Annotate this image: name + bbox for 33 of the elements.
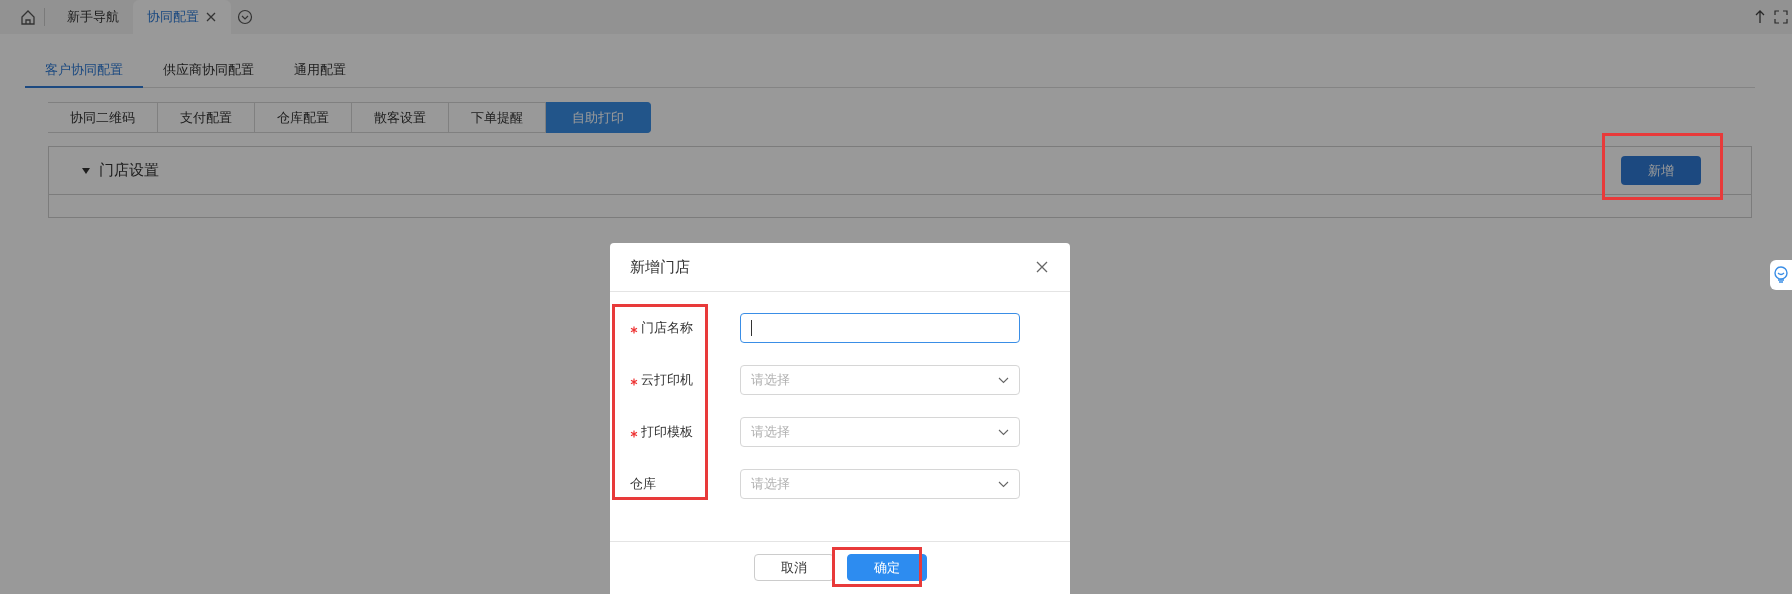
- dialog-title: 新增门店: [630, 257, 690, 277]
- segment-button[interactable]: 散客设置: [352, 102, 449, 133]
- close-icon[interactable]: [1036, 261, 1048, 273]
- dropdown-icon[interactable]: [237, 9, 253, 25]
- chevron-down-icon: [998, 480, 1009, 488]
- confirm-button[interactable]: 确定: [846, 554, 927, 581]
- segment-button[interactable]: 协同二维码: [48, 102, 158, 133]
- tab[interactable]: 供应商协同配置: [143, 58, 274, 87]
- input-field[interactable]: [740, 313, 1020, 343]
- field-label: 仓库: [630, 475, 656, 493]
- segment-button[interactable]: 下单提醒: [449, 102, 546, 133]
- field-label: 云打印机: [641, 371, 693, 389]
- segment-button[interactable]: 自助打印: [546, 102, 651, 133]
- lightbulb-icon[interactable]: [1773, 266, 1789, 284]
- cancel-button[interactable]: 取消: [753, 554, 834, 581]
- fullscreen-icon[interactable]: [1774, 10, 1788, 24]
- field-label: 打印模板: [641, 423, 693, 441]
- field-label: 门店名称: [641, 319, 693, 337]
- add-button[interactable]: 新增: [1621, 156, 1701, 185]
- tab[interactable]: 客户协同配置: [25, 58, 143, 88]
- triangle-icon[interactable]: [81, 165, 91, 176]
- page-tab[interactable]: 协同配置: [133, 0, 231, 34]
- helper-tab[interactable]: [1770, 260, 1792, 290]
- home-icon[interactable]: [20, 9, 36, 25]
- arrow-up-icon[interactable]: [1754, 9, 1766, 25]
- segment-button[interactable]: 仓库配置: [255, 102, 352, 133]
- tab[interactable]: 通用配置: [274, 58, 366, 87]
- chevron-down-icon: [998, 428, 1009, 436]
- section-title: 门店设置: [99, 161, 159, 180]
- segment-button[interactable]: 支付配置: [158, 102, 255, 133]
- close-icon[interactable]: [205, 11, 217, 23]
- chevron-down-icon: [998, 376, 1009, 384]
- page-tab[interactable]: 新手导航: [53, 0, 133, 34]
